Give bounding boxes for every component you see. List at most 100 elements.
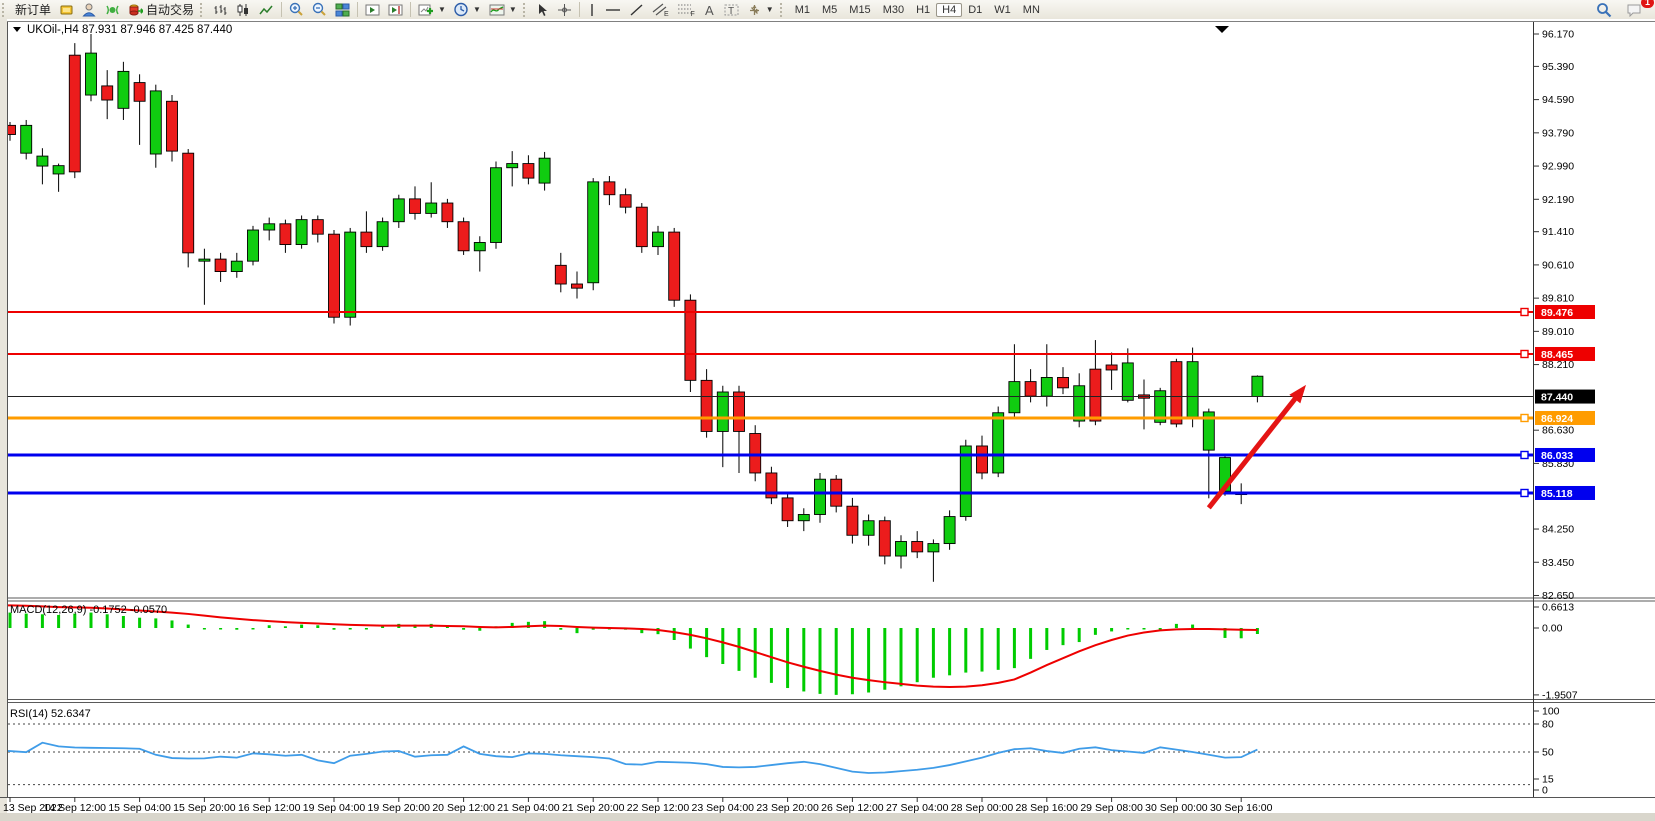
timeframe-button-w1[interactable]: W1 bbox=[988, 3, 1017, 17]
chevron-down-icon: ▼ bbox=[473, 5, 481, 14]
timeframe-button-h4[interactable]: H4 bbox=[936, 3, 962, 17]
line-anchor-marker[interactable] bbox=[1521, 489, 1528, 496]
toolbar-grip[interactable] bbox=[2, 3, 9, 17]
price-badge-label: 85.118 bbox=[1541, 488, 1573, 500]
search-icon[interactable] bbox=[1592, 1, 1616, 19]
horizontal-line-tool[interactable] bbox=[601, 1, 625, 19]
timeframe-button-m30[interactable]: M30 bbox=[877, 3, 910, 17]
candle-bull bbox=[37, 156, 48, 166]
candle-bull bbox=[21, 125, 32, 153]
candle-bear bbox=[69, 55, 80, 172]
timeframe-button-d1[interactable]: D1 bbox=[962, 3, 988, 17]
svg-text:100: 100 bbox=[1542, 706, 1560, 718]
timeframe-button-m1[interactable]: M1 bbox=[789, 3, 816, 17]
candle-bear bbox=[734, 392, 745, 431]
macd-label: MACD(12,26,9) -0.1752 -0.0570 bbox=[10, 604, 167, 616]
line-anchor-marker[interactable] bbox=[1521, 451, 1528, 458]
chevron-down-icon: ▼ bbox=[509, 5, 517, 14]
line-chart-button[interactable] bbox=[255, 1, 278, 19]
price-tick-label: 92.190 bbox=[1542, 194, 1574, 206]
toolbar-grip[interactable] bbox=[200, 3, 207, 17]
templates-button[interactable]: ▼ bbox=[485, 1, 521, 19]
candle-bull bbox=[1187, 362, 1198, 417]
timeframe-button-m15[interactable]: M15 bbox=[843, 3, 876, 17]
new-order-button[interactable]: 新订单 bbox=[11, 1, 55, 19]
timeframe-button-mn[interactable]: MN bbox=[1017, 3, 1046, 17]
candle-bear bbox=[750, 434, 761, 473]
candle-bear bbox=[1025, 382, 1036, 397]
time-tick-label: 28 Sep 00:00 bbox=[951, 802, 1014, 814]
zoom-out-button[interactable] bbox=[308, 1, 331, 19]
candle-bear bbox=[1171, 362, 1182, 424]
arrows-tool-button[interactable]: ▼ bbox=[743, 1, 778, 19]
price-badge-label: 86.924 bbox=[1541, 413, 1573, 425]
time-tick-label: 21 Sep 04:00 bbox=[497, 802, 560, 814]
periods-button[interactable]: ▼ bbox=[450, 1, 485, 19]
candle-bear bbox=[215, 259, 226, 271]
time-tick-label: 30 Sep 00:00 bbox=[1145, 802, 1208, 814]
candle-bull bbox=[1252, 376, 1263, 396]
candle-bull bbox=[588, 182, 599, 283]
chart-shift-button[interactable] bbox=[384, 1, 407, 19]
price-badge-label: 88.465 bbox=[1541, 349, 1573, 361]
market-watch-icon[interactable] bbox=[55, 1, 78, 19]
candle-bull bbox=[815, 479, 826, 514]
toolbar-grip[interactable] bbox=[523, 3, 530, 17]
svg-text:F: F bbox=[690, 11, 694, 17]
new-chart-button[interactable]: ▼ bbox=[414, 1, 450, 19]
candle-bear bbox=[1090, 369, 1101, 421]
notifications-chat-icon[interactable]: 1 bbox=[1622, 1, 1647, 19]
text-tool[interactable]: A bbox=[699, 1, 720, 19]
trendline-tool[interactable] bbox=[625, 1, 648, 19]
candle-bull bbox=[1122, 363, 1133, 400]
time-tick-label: 30 Sep 16:00 bbox=[1210, 802, 1273, 814]
time-tick-label: 22 Sep 12:00 bbox=[627, 802, 690, 814]
svg-text:E: E bbox=[664, 11, 669, 17]
crosshair-tool-button[interactable] bbox=[553, 1, 576, 19]
price-tick-label: 90.610 bbox=[1542, 259, 1574, 271]
price-tick-label: 89.010 bbox=[1542, 326, 1574, 338]
candle-bear bbox=[458, 222, 469, 251]
rsi-label: RSI(14) 52.6347 bbox=[10, 708, 91, 720]
symbol-title: UKOil-,H4 87.931 87.946 87.425 87.440 bbox=[27, 24, 232, 36]
auto-trading-button[interactable]: 自动交易 bbox=[124, 1, 198, 19]
time-tick-label: 16 Sep 12:00 bbox=[238, 802, 301, 814]
text-label-tool[interactable]: T bbox=[720, 1, 743, 19]
time-tick-label: 27 Sep 04:00 bbox=[886, 802, 949, 814]
timeframe-toolbar: M1M5M15M30H1H4D1W1MN bbox=[789, 3, 1046, 17]
chart-window[interactable]: 96.17095.39094.59093.79092.99092.19091.4… bbox=[0, 19, 1655, 821]
toolbar-grip[interactable] bbox=[780, 3, 787, 17]
svg-text:T: T bbox=[728, 6, 734, 17]
candle-bear bbox=[183, 153, 194, 253]
line-anchor-marker[interactable] bbox=[1521, 414, 1528, 421]
candle-bear bbox=[523, 164, 534, 179]
candle-bear bbox=[312, 220, 323, 235]
line-anchor-marker[interactable] bbox=[1521, 309, 1528, 316]
fibonacci-tool[interactable]: F bbox=[673, 1, 699, 19]
candle-bull bbox=[264, 224, 275, 230]
candle-bull bbox=[798, 515, 809, 521]
channel-tool[interactable]: E bbox=[648, 1, 673, 19]
signals-icon[interactable] bbox=[101, 1, 124, 19]
time-tick-label: 15 Sep 20:00 bbox=[173, 802, 236, 814]
price-chart-canvas[interactable]: 96.17095.39094.59093.79092.99092.19091.4… bbox=[0, 19, 1655, 821]
bar-chart-button[interactable] bbox=[209, 1, 232, 19]
line-anchor-marker[interactable] bbox=[1521, 350, 1528, 357]
vertical-line-tool[interactable] bbox=[583, 1, 601, 19]
timeframe-button-m5[interactable]: M5 bbox=[816, 3, 843, 17]
zoom-in-button[interactable] bbox=[285, 1, 308, 19]
cursor-tool-button[interactable] bbox=[532, 1, 553, 19]
time-tick-label: 23 Sep 20:00 bbox=[756, 802, 819, 814]
accounts-icon[interactable] bbox=[78, 1, 101, 19]
tile-windows-icon[interactable] bbox=[331, 1, 354, 19]
candle-bear bbox=[329, 234, 340, 317]
timeframe-button-h1[interactable]: H1 bbox=[910, 3, 936, 17]
price-tick-label: 83.450 bbox=[1542, 557, 1574, 569]
chart-forward-button[interactable] bbox=[361, 1, 384, 19]
candle-bull bbox=[507, 164, 518, 168]
candlestick-chart-button[interactable] bbox=[232, 1, 255, 19]
price-tick-label: 93.790 bbox=[1542, 127, 1574, 139]
candle-bull bbox=[296, 220, 307, 245]
notification-count-badge: 1 bbox=[1641, 0, 1654, 8]
price-tick-label: 84.250 bbox=[1542, 524, 1574, 536]
